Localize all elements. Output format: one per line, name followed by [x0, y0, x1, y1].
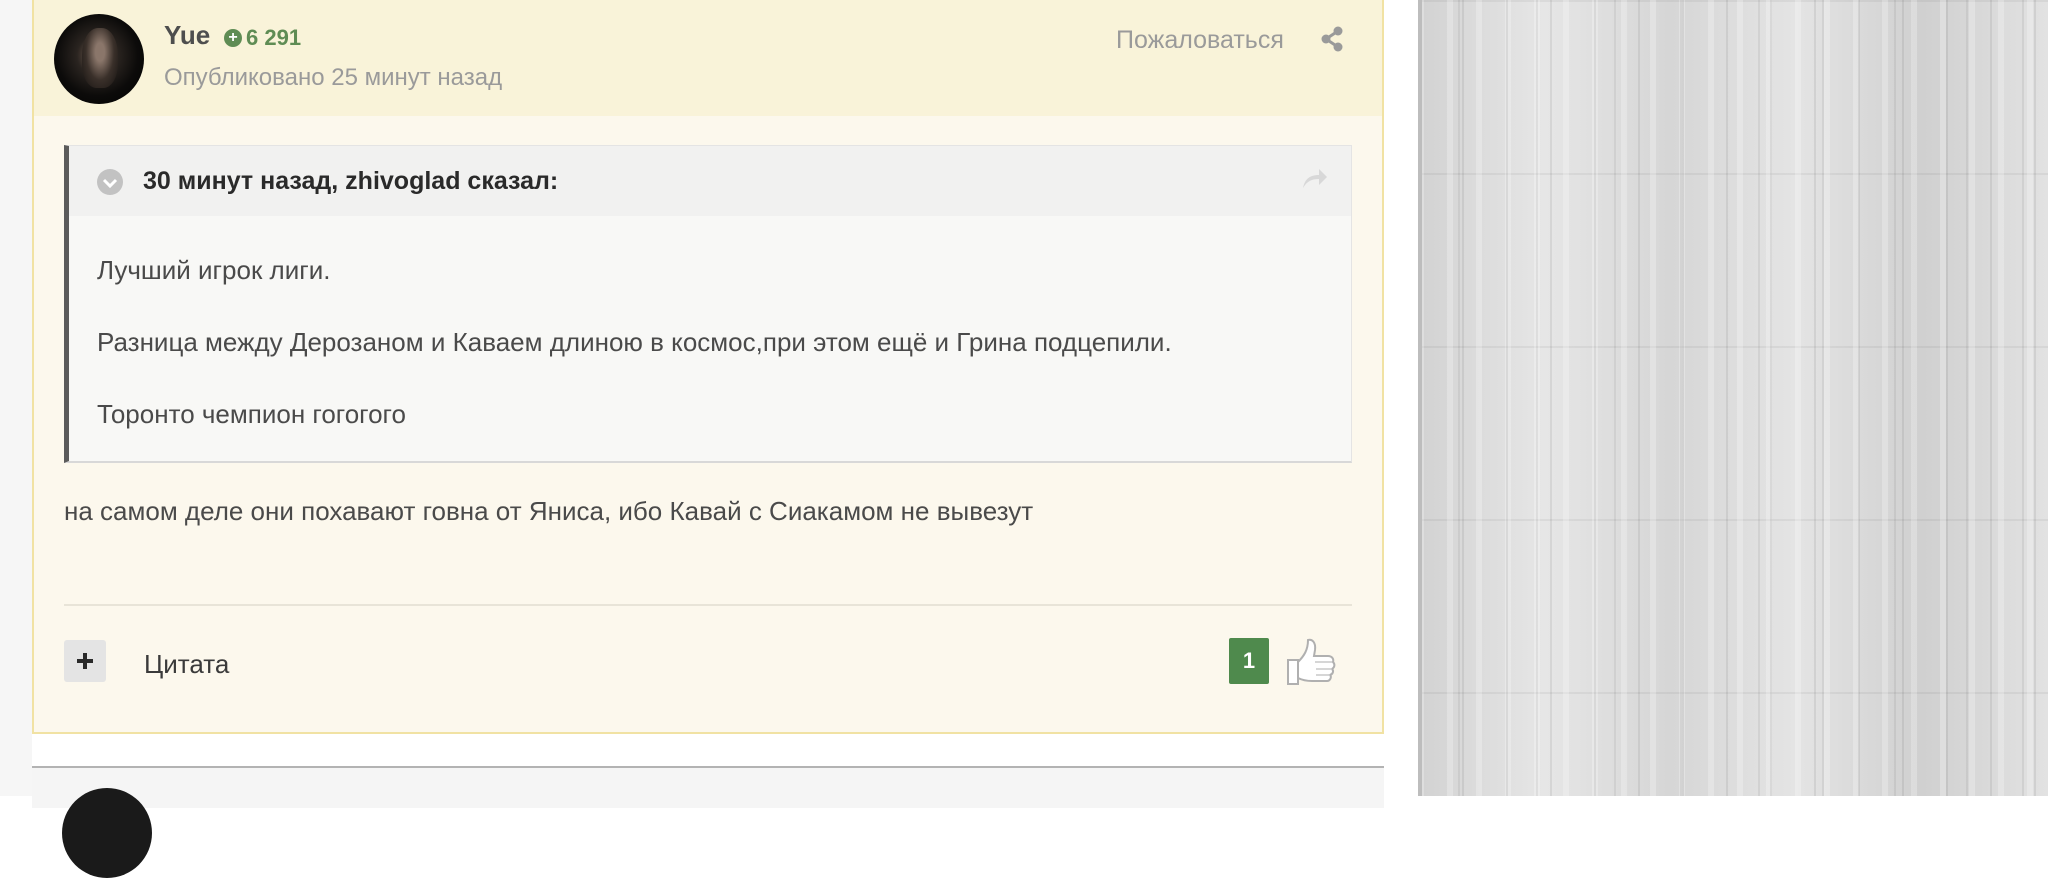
forward-arrow-icon[interactable] — [1299, 166, 1329, 192]
quote-block: 30 минут назад, zhivoglad сказал: Лучший… — [64, 145, 1352, 463]
forum-post: Yue + 6 291 Опубликовано 25 минут назад … — [32, 0, 1384, 734]
next-post-avatar[interactable] — [62, 788, 152, 878]
report-link[interactable]: Пожаловаться — [1116, 26, 1284, 55]
plus-circle-icon: + — [224, 29, 242, 47]
background-wood-texture — [1418, 0, 2048, 796]
share-icon[interactable] — [1320, 26, 1344, 52]
like-count-badge[interactable]: 1 — [1229, 638, 1269, 684]
author-avatar[interactable] — [54, 14, 144, 104]
quote-line: Разница между Дерозаном и Каваем длиною … — [97, 327, 1172, 357]
thumbs-up-icon[interactable] — [1282, 634, 1338, 690]
post-date[interactable]: Опубликовано 25 минут назад — [164, 64, 502, 92]
quote-button[interactable]: Цитата — [144, 649, 229, 680]
author-name[interactable]: Yue — [164, 20, 210, 51]
quote-line: Лучший игрок лиги. — [97, 255, 331, 285]
post-content: на самом деле они похавают говна от Янис… — [64, 496, 1034, 526]
quote-citation-bar: 30 минут назад, zhivoglad сказал: — [69, 146, 1351, 216]
page-gutter — [0, 0, 32, 796]
quote-citation: 30 минут назад, zhivoglad сказал: — [143, 167, 559, 195]
next-post-preview — [32, 766, 1384, 878]
quote-line: Торонто чемпион гогогого — [97, 399, 406, 429]
reputation-count: 6 291 — [246, 25, 302, 50]
chevron-down-icon[interactable] — [97, 169, 123, 195]
post-divider — [64, 604, 1352, 606]
multiquote-button[interactable] — [64, 640, 106, 682]
post-header: Yue + 6 291 Опубликовано 25 минут назад … — [34, 0, 1382, 116]
